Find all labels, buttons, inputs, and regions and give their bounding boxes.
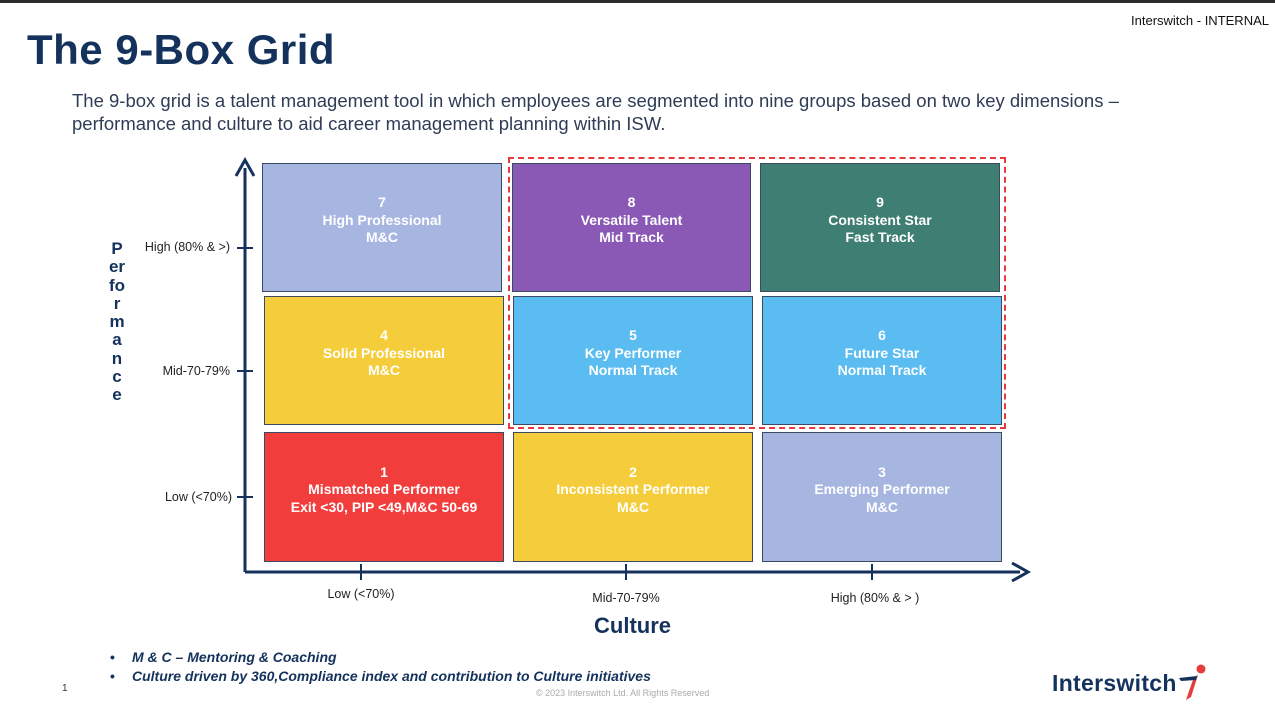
box-7-high-professional: 7 High Professional M&C bbox=[262, 163, 502, 292]
note-item: • Culture driven by 360,Compliance index… bbox=[110, 667, 651, 686]
x-tick-label-mid: Mid-70-79% bbox=[592, 591, 660, 605]
y-tick-label-low: Low (<70%) bbox=[164, 490, 232, 504]
box-subtitle: M&C bbox=[866, 498, 898, 515]
bullet-icon: • bbox=[110, 668, 115, 684]
bullet-icon: • bbox=[110, 649, 115, 665]
box-number: 7 bbox=[378, 194, 386, 211]
box-number: 4 bbox=[380, 327, 388, 344]
y-axis-title: Performance bbox=[108, 239, 126, 405]
x-tick-label-low: Low (<70%) bbox=[327, 587, 395, 601]
box-subtitle: M&C bbox=[366, 229, 398, 246]
note-text: M & C – Mentoring & Coaching bbox=[132, 649, 337, 665]
box-number: 2 bbox=[629, 463, 637, 480]
page-number: 1 bbox=[62, 683, 68, 694]
note-item: • M & C – Mentoring & Coaching bbox=[110, 648, 651, 667]
box-subtitle: M&C bbox=[617, 498, 649, 515]
x-axis-title: Culture bbox=[594, 613, 671, 638]
box-number: 1 bbox=[380, 463, 388, 480]
box-title: Emerging Performer bbox=[814, 481, 950, 498]
high-potential-highlight bbox=[508, 157, 1006, 429]
box-title: Solid Professional bbox=[322, 344, 446, 361]
copyright-text: © 2023 Interswitch Ltd. All Rights Reser… bbox=[536, 688, 710, 698]
logo-wordmark: Interswitch bbox=[1052, 669, 1177, 696]
box-subtitle: Exit <30, PIP <49,M&C 50-69 bbox=[290, 498, 478, 515]
box-title: Mismatched Performer bbox=[308, 481, 460, 498]
y-tick-label-high: High (80% & >) bbox=[144, 240, 230, 254]
box-4-solid-professional: 4 Solid Professional M&C bbox=[264, 296, 504, 425]
box-3-emerging-performer: 3 Emerging Performer M&C bbox=[762, 432, 1002, 562]
y-tick-label-mid: Mid-70-79% bbox=[162, 364, 230, 378]
box-title: Inconsistent Performer bbox=[556, 481, 710, 498]
note-text: Culture driven by 360,Compliance index a… bbox=[132, 668, 651, 684]
interswitch-logo: Interswitch bbox=[1052, 663, 1209, 703]
box-1-mismatched-performer: 1 Mismatched Performer Exit <30, PIP <49… bbox=[264, 432, 504, 562]
box-2-inconsistent-performer: 2 Inconsistent Performer M&C bbox=[513, 432, 753, 562]
x-tick-label-high: High (80% & > ) bbox=[830, 591, 920, 605]
box-title: High Professional bbox=[322, 211, 442, 228]
logo-mark-icon bbox=[1178, 664, 1206, 700]
box-subtitle: M&C bbox=[368, 362, 400, 379]
box-number: 3 bbox=[878, 463, 886, 480]
notes-list: • M & C – Mentoring & Coaching • Culture… bbox=[110, 648, 651, 686]
